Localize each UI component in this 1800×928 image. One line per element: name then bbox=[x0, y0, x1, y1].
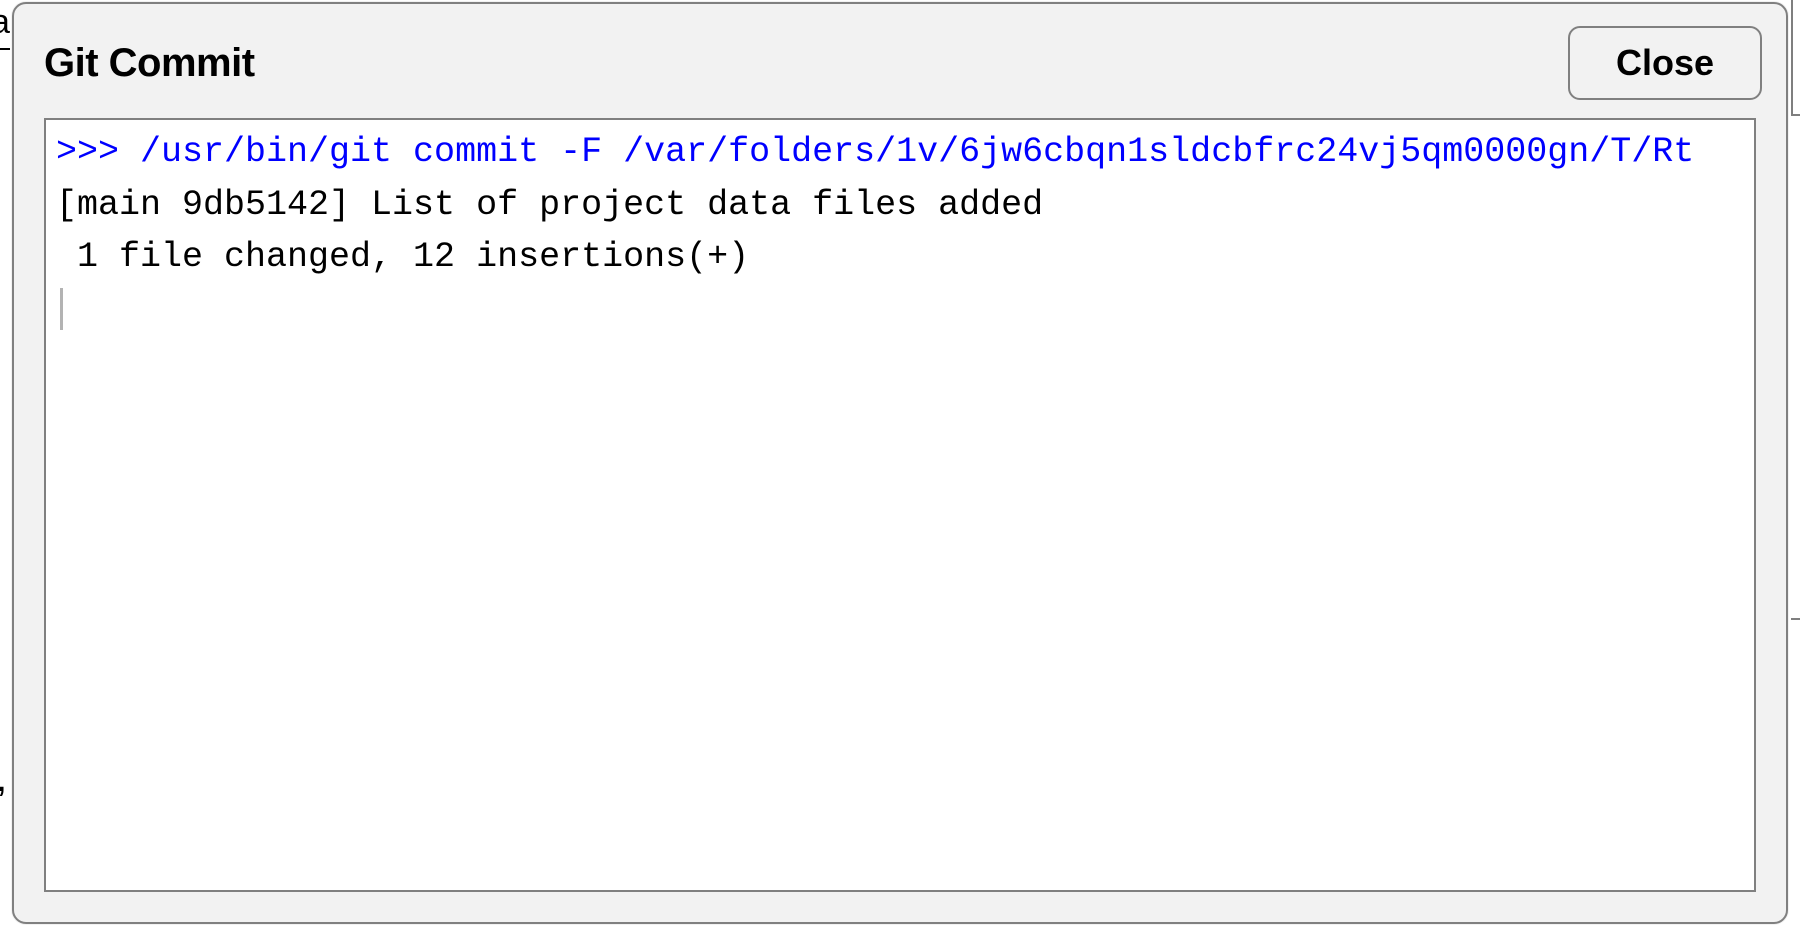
close-button[interactable]: Close bbox=[1568, 26, 1762, 100]
command-output-panel[interactable]: >>> /usr/bin/git commit -F /var/folders/… bbox=[44, 118, 1756, 892]
background-fragment bbox=[1791, 618, 1800, 620]
output-line: [main 9db5142] List of project data file… bbox=[56, 185, 1043, 225]
command-output-text: >>> /usr/bin/git commit -F /var/folders/… bbox=[46, 120, 1754, 342]
command-line: >>> /usr/bin/git commit -F /var/folders/… bbox=[56, 132, 1694, 172]
background-fragment bbox=[0, 48, 10, 50]
dialog-header: Git Commit Close bbox=[14, 4, 1786, 118]
background-scrollbar-fragment bbox=[1791, 0, 1800, 116]
text-cursor bbox=[60, 288, 63, 330]
background-fragment: , bbox=[0, 756, 7, 801]
output-line: 1 file changed, 12 insertions(+) bbox=[56, 237, 749, 277]
dialog-title: Git Commit bbox=[44, 41, 255, 86]
background-fragment: a bbox=[0, 3, 10, 42]
git-commit-dialog: Git Commit Close >>> /usr/bin/git commit… bbox=[12, 2, 1788, 924]
